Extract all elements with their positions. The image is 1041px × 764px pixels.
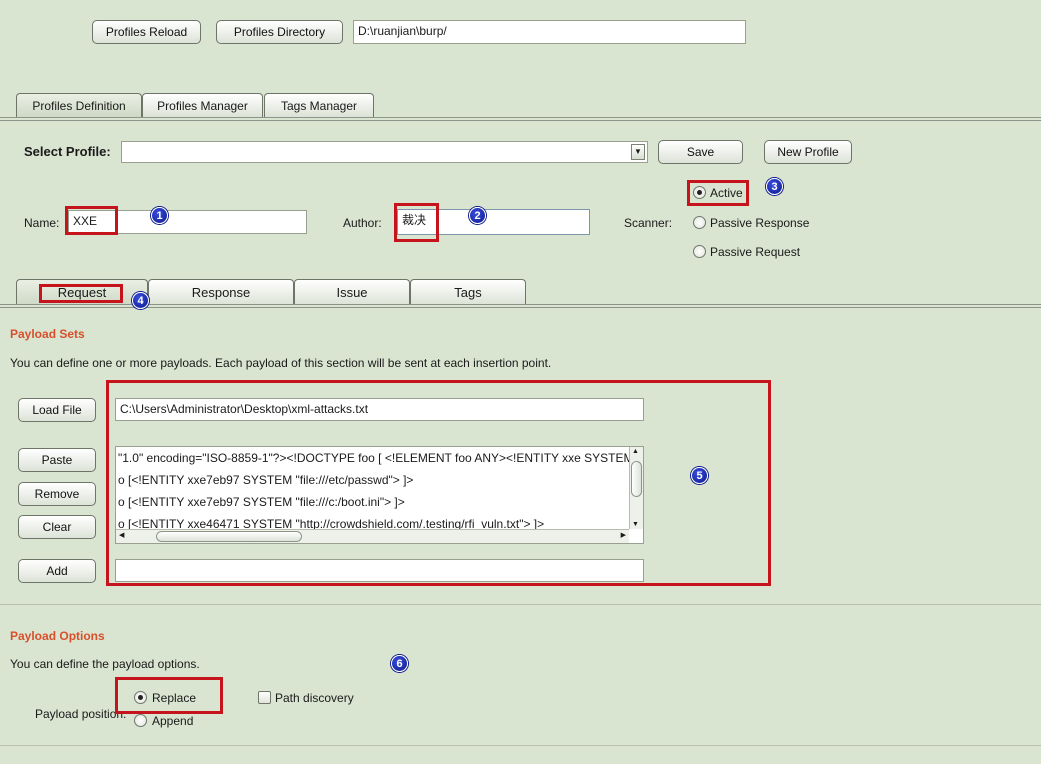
path-discovery-label[interactable]: Path discovery bbox=[275, 691, 354, 705]
chevron-down-icon[interactable]: ▼ bbox=[631, 144, 645, 160]
select-profile-dropdown[interactable]: ▼ bbox=[121, 141, 648, 163]
scanner-passive-request-radio[interactable] bbox=[693, 245, 706, 258]
profiles-reload-button[interactable]: Profiles Reload bbox=[92, 20, 201, 44]
highlight-name bbox=[65, 206, 118, 235]
append-label[interactable]: Append bbox=[152, 714, 193, 728]
save-button[interactable]: Save bbox=[658, 140, 743, 164]
name-label: Name: bbox=[24, 216, 60, 230]
payload-position-label: Payload position: bbox=[35, 707, 127, 721]
badge-1: 1 bbox=[151, 207, 168, 224]
scanner-passive-request-label[interactable]: Passive Request bbox=[710, 245, 800, 259]
payload-options-heading: Payload Options bbox=[10, 629, 105, 643]
clear-button[interactable]: Clear bbox=[18, 515, 96, 539]
highlight-payload-sets bbox=[106, 380, 771, 586]
load-file-button[interactable]: Load File bbox=[18, 398, 96, 422]
section-divider bbox=[0, 604, 1041, 605]
highlight-author bbox=[394, 203, 439, 242]
highlight-request-tab bbox=[39, 284, 123, 303]
tab-tags-manager[interactable]: Tags Manager bbox=[264, 93, 374, 117]
profiles-directory-field[interactable]: D:\ruanjian\burp/ bbox=[353, 20, 746, 44]
tab-tags[interactable]: Tags bbox=[410, 279, 526, 305]
append-radio[interactable] bbox=[134, 714, 147, 727]
payload-options-description: You can define the payload options. bbox=[10, 657, 200, 671]
payload-sets-description: You can define one or more payloads. Eac… bbox=[10, 356, 552, 370]
main-tab-divider-2 bbox=[0, 120, 1041, 121]
badge-2: 2 bbox=[469, 207, 486, 224]
tab-issue[interactable]: Issue bbox=[294, 279, 410, 305]
sub-tab-divider bbox=[0, 304, 1041, 305]
tab-profiles-manager[interactable]: Profiles Manager bbox=[142, 93, 263, 117]
badge-4: 4 bbox=[132, 292, 149, 309]
scanner-passive-response-label[interactable]: Passive Response bbox=[710, 216, 809, 230]
scanner-passive-response-radio[interactable] bbox=[693, 216, 706, 229]
highlight-active bbox=[687, 180, 749, 206]
payload-sets-heading: Payload Sets bbox=[10, 327, 85, 341]
paste-button[interactable]: Paste bbox=[18, 448, 96, 472]
tab-response[interactable]: Response bbox=[148, 279, 294, 305]
main-tab-divider bbox=[0, 117, 1041, 118]
badge-5: 5 bbox=[691, 467, 708, 484]
new-profile-button[interactable]: New Profile bbox=[764, 140, 852, 164]
badge-3: 3 bbox=[766, 178, 783, 195]
path-discovery-checkbox[interactable] bbox=[258, 691, 271, 704]
highlight-replace bbox=[115, 677, 223, 714]
add-button[interactable]: Add bbox=[18, 559, 96, 583]
author-label: Author: bbox=[343, 216, 382, 230]
tab-profiles-definition[interactable]: Profiles Definition bbox=[16, 93, 142, 117]
badge-6: 6 bbox=[391, 655, 408, 672]
profiles-directory-button[interactable]: Profiles Directory bbox=[216, 20, 343, 44]
remove-button[interactable]: Remove bbox=[18, 482, 96, 506]
scanner-label: Scanner: bbox=[624, 216, 673, 230]
sub-tab-divider-2 bbox=[0, 307, 1041, 308]
select-profile-label: Select Profile: bbox=[24, 144, 111, 159]
bottom-divider bbox=[0, 745, 1041, 746]
